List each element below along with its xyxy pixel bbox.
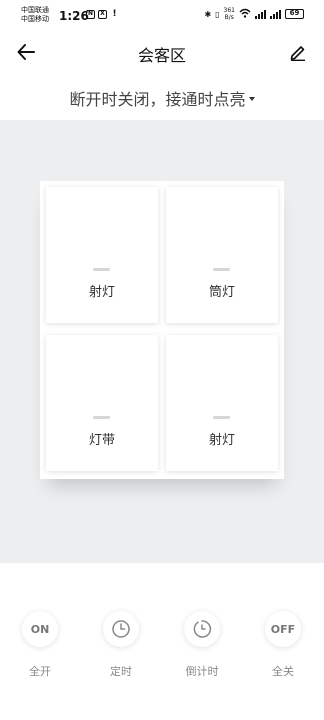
all-on-control[interactable]: ON 全开 — [10, 611, 70, 691]
pencil-icon — [290, 46, 305, 61]
network-speed-value: 361 — [223, 7, 235, 14]
page-title: 会客区 — [137, 46, 186, 65]
timer-control[interactable]: 定时 — [91, 611, 151, 691]
bluetooth-icon: ✱ — [204, 9, 212, 19]
key-label: 射灯 — [88, 285, 115, 300]
all-off-control[interactable]: OFF 全关 — [253, 611, 313, 691]
notification-msg-icon: ! — [112, 9, 117, 19]
key-indicator — [93, 268, 110, 271]
signal-icon — [255, 9, 266, 19]
system-icons: ✱ ▯ 361 B/s 69 — [204, 7, 304, 21]
control-bar: ON 全开 定时 倒计时 OFF 全关 — [0, 563, 324, 720]
notification-icons: N X ! — [86, 10, 119, 19]
timer-label: 定时 — [110, 665, 132, 678]
key-label: 筒灯 — [208, 285, 235, 300]
key-indicator — [93, 416, 110, 419]
status-time: 1:26 — [59, 9, 89, 23]
all-off-label: 全关 — [272, 665, 294, 678]
mode-selector[interactable]: 断开时关闭，接通时点亮 — [0, 86, 324, 110]
key-label: 灯带 — [88, 433, 115, 448]
carrier-info: 中国联通 中国移动 — [21, 6, 49, 24]
key-label: 射灯 — [208, 433, 235, 448]
countdown-control[interactable]: 倒计时 — [172, 611, 232, 691]
status-bar: 中国联通 中国移动 1:26 N X ! ✱ ▯ 361 B/s 69 — [0, 0, 324, 32]
timer-button[interactable] — [103, 611, 139, 647]
caret-down-icon — [248, 97, 255, 101]
notification-x-icon: X — [98, 10, 107, 19]
signal-icon-2 — [270, 9, 281, 19]
network-speed-unit: B/s — [224, 14, 234, 21]
switch-key-1[interactable]: 射灯 — [46, 187, 158, 323]
mode-label: 断开时关闭，接通时点亮 — [69, 90, 246, 109]
switch-key-4[interactable]: 射灯 — [166, 335, 278, 471]
key-indicator — [213, 268, 230, 271]
carrier-2: 中国移动 — [21, 15, 49, 23]
notification-app-icon: N — [86, 10, 95, 19]
battery-icon: 69 — [285, 9, 304, 19]
carrier-1: 中国联通 — [21, 6, 49, 14]
all-on-button[interactable]: ON — [22, 611, 58, 647]
clock-icon — [112, 620, 130, 638]
top-nav: 会客区 — [0, 32, 324, 72]
switch-key-2[interactable]: 筒灯 — [166, 187, 278, 323]
all-off-button[interactable]: OFF — [265, 611, 301, 647]
switch-panel: 射灯 筒灯 灯带 射灯 — [40, 181, 284, 479]
edit-button[interactable] — [286, 40, 310, 64]
all-on-label: 全开 — [29, 665, 51, 678]
switch-key-3[interactable]: 灯带 — [46, 335, 158, 471]
countdown-button[interactable] — [184, 611, 220, 647]
countdown-icon — [193, 620, 212, 638]
wifi-icon — [239, 8, 251, 20]
network-speed: 361 B/s — [224, 7, 235, 21]
countdown-label: 倒计时 — [185, 665, 219, 678]
switch-preview-area: 射灯 筒灯 灯带 射灯 — [0, 120, 324, 563]
key-indicator — [213, 416, 230, 419]
vibrate-icon: ▯ — [215, 9, 220, 19]
